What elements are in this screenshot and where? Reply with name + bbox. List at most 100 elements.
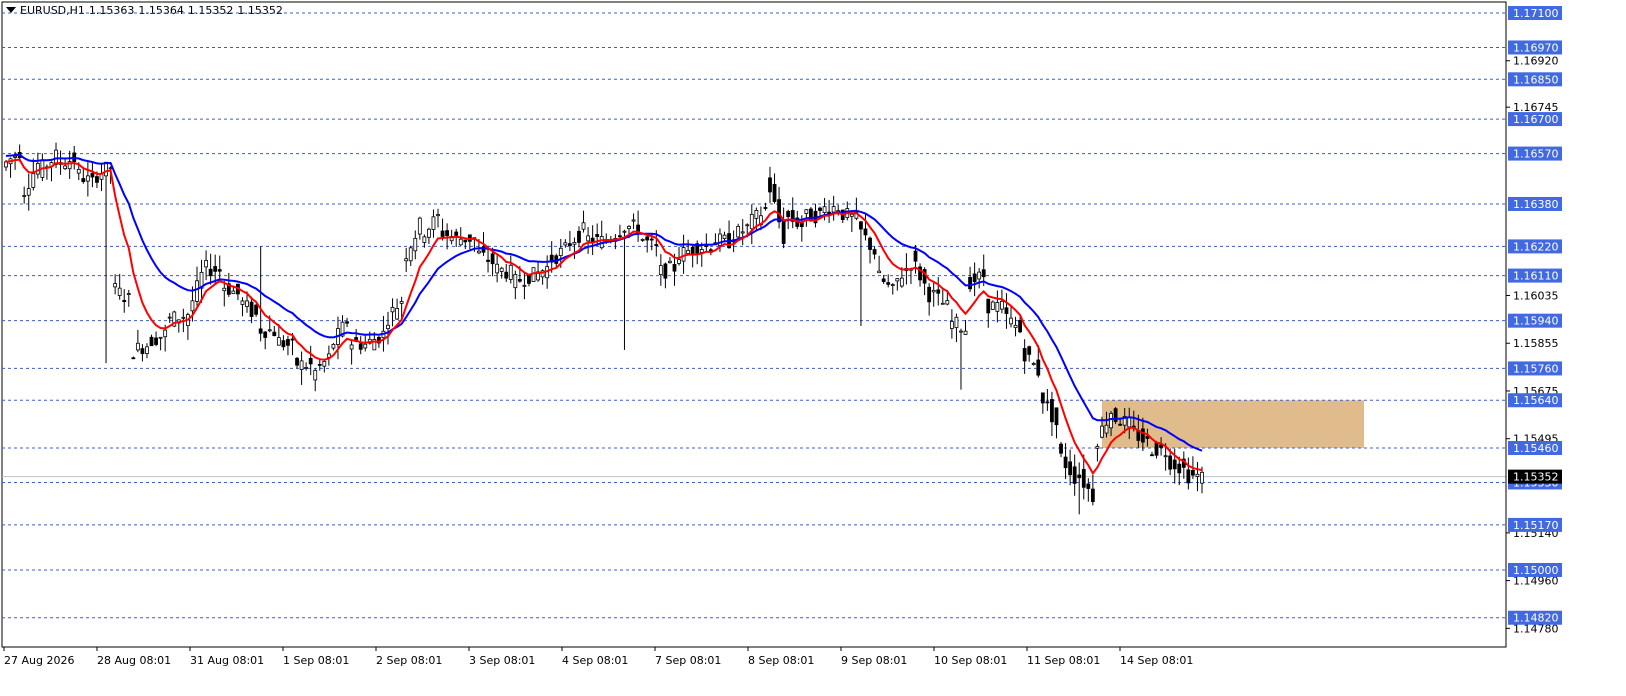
candle-body bbox=[981, 269, 986, 278]
candle-body bbox=[313, 369, 318, 381]
candle-body bbox=[267, 329, 272, 332]
candle-body bbox=[1109, 413, 1113, 429]
candle-body bbox=[977, 271, 982, 280]
price-chart[interactable]: 1.169201.167451.160351.158551.156751.154… bbox=[0, 0, 1626, 696]
candle-body bbox=[290, 338, 295, 341]
candle-body bbox=[345, 321, 349, 324]
candle-body bbox=[640, 238, 645, 241]
time-tick-label: 11 Sep 08:01 bbox=[1027, 654, 1100, 667]
candle-body bbox=[31, 173, 36, 188]
candle-body bbox=[1159, 444, 1163, 448]
time-tick-label: 8 Sep 08:01 bbox=[748, 654, 814, 667]
candle-body bbox=[1172, 459, 1177, 470]
chart-window[interactable]: EURUSD,H1 1.15363 1.15364 1.15352 1.15352 1.… bbox=[0, 0, 1626, 696]
candle-body bbox=[104, 161, 108, 177]
candle-body bbox=[458, 238, 463, 246]
candle-body bbox=[304, 367, 309, 369]
candle-body bbox=[772, 183, 777, 202]
candle-body bbox=[522, 284, 527, 287]
candle-body bbox=[672, 264, 677, 272]
candle-body bbox=[1200, 471, 1204, 484]
candle-body bbox=[158, 336, 163, 339]
candle-body bbox=[1013, 324, 1018, 329]
candle-body bbox=[295, 357, 299, 366]
candle-body bbox=[145, 346, 149, 354]
candle-body bbox=[208, 268, 213, 277]
level-tag-label: 1.16850 bbox=[1513, 73, 1559, 86]
candle-body bbox=[677, 259, 681, 264]
candle-body bbox=[931, 289, 936, 293]
candle-body bbox=[704, 245, 709, 247]
candle-body bbox=[895, 278, 900, 282]
level-tag-label: 1.16380 bbox=[1513, 198, 1559, 211]
candle-body bbox=[454, 231, 459, 236]
time-tick-label: 3 Sep 08:01 bbox=[469, 654, 535, 667]
candle-body bbox=[822, 206, 827, 214]
candle-body bbox=[945, 300, 950, 305]
candle-body bbox=[1090, 488, 1095, 502]
time-tick-label: 14 Sep 08:01 bbox=[1120, 654, 1193, 667]
candle-body bbox=[131, 357, 136, 360]
candle-body bbox=[768, 177, 772, 193]
candle-body bbox=[258, 328, 263, 334]
candle-body bbox=[422, 236, 427, 243]
candle-body bbox=[563, 242, 568, 246]
candle-body bbox=[890, 284, 895, 286]
current-price-label: 1.15352 bbox=[1513, 471, 1559, 484]
level-tag-label: 1.15760 bbox=[1513, 362, 1559, 375]
level-tag-label: 1.15170 bbox=[1513, 519, 1559, 532]
candle-body bbox=[195, 280, 199, 302]
level-tag-label: 1.16970 bbox=[1513, 41, 1559, 54]
candle-body bbox=[567, 243, 572, 247]
candle-body bbox=[622, 230, 627, 233]
candle-body bbox=[681, 247, 686, 262]
candle-body bbox=[436, 214, 440, 217]
level-tag-label: 1.16700 bbox=[1513, 113, 1559, 126]
candle-body bbox=[936, 289, 941, 294]
price-tick-label: 1.16035 bbox=[1513, 289, 1559, 302]
candle-body bbox=[222, 287, 227, 292]
price-tick-label: 1.15855 bbox=[1513, 337, 1559, 350]
candle-body bbox=[786, 210, 791, 218]
candle-body bbox=[818, 207, 822, 211]
candle-body bbox=[22, 195, 27, 197]
candle-body bbox=[749, 213, 754, 230]
candle-body bbox=[663, 263, 668, 279]
candle-body bbox=[627, 225, 631, 229]
candle-body bbox=[90, 172, 95, 178]
candle-body bbox=[1127, 416, 1132, 428]
candle-body bbox=[899, 277, 904, 287]
level-tag-label: 1.16570 bbox=[1513, 148, 1559, 161]
candle-body bbox=[1168, 455, 1173, 470]
candle-body bbox=[135, 342, 140, 351]
candle-body bbox=[586, 235, 590, 242]
candle-body bbox=[1000, 300, 1004, 310]
level-tag-label: 1.16110 bbox=[1513, 270, 1559, 283]
candle-body bbox=[722, 234, 727, 239]
time-tick-label: 1 Sep 08:01 bbox=[283, 654, 349, 667]
candle-body bbox=[1031, 363, 1036, 366]
candle-body bbox=[477, 250, 481, 254]
candle-body bbox=[877, 270, 882, 274]
candle-body bbox=[1081, 468, 1086, 488]
candle-body bbox=[413, 237, 418, 252]
time-tick-label: 27 Aug 2026 bbox=[4, 654, 74, 667]
candle-body bbox=[972, 273, 977, 283]
level-tag-label: 1.15000 bbox=[1513, 564, 1559, 577]
candle-body bbox=[431, 216, 436, 230]
candle-body bbox=[1027, 346, 1032, 355]
candle-body bbox=[959, 330, 963, 333]
candle-body bbox=[927, 286, 932, 303]
candle-body bbox=[181, 316, 186, 319]
level-tag-label: 1.15460 bbox=[1513, 442, 1559, 455]
candle-body bbox=[740, 231, 745, 234]
candle-body bbox=[513, 274, 518, 289]
candle-body bbox=[849, 213, 854, 217]
candle-body bbox=[1050, 399, 1054, 423]
candle-body bbox=[1059, 443, 1063, 454]
candle-body bbox=[322, 360, 327, 367]
candle-body bbox=[63, 165, 68, 170]
candle-body bbox=[204, 260, 208, 268]
candle-body bbox=[254, 304, 259, 315]
candle-body bbox=[263, 331, 268, 338]
